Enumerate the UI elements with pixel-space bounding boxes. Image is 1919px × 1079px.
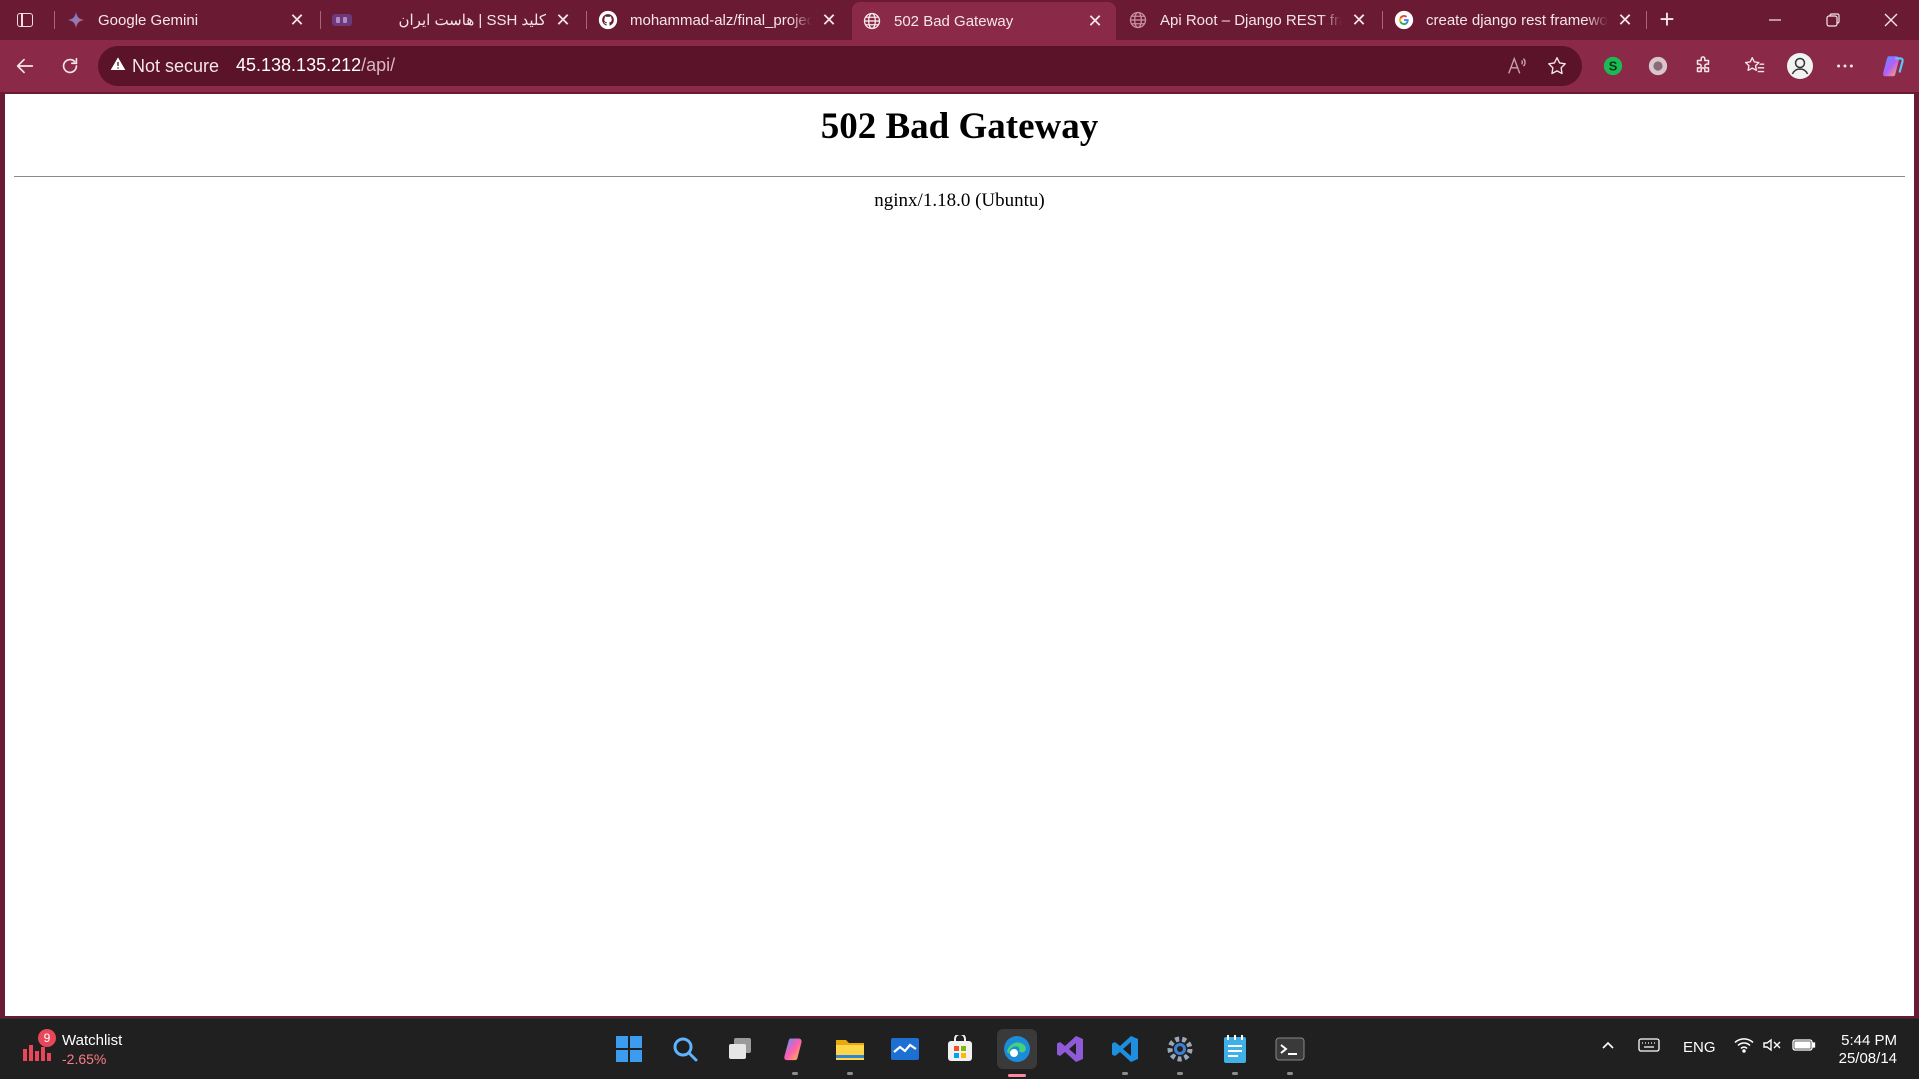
vscode-icon[interactable] xyxy=(1107,1031,1143,1075)
task-view-icon[interactable] xyxy=(722,1031,758,1067)
divider xyxy=(14,176,1905,177)
close-icon[interactable]: ✕ xyxy=(552,9,574,31)
back-button[interactable] xyxy=(8,49,42,83)
wifi-icon[interactable] xyxy=(1734,1037,1754,1057)
show-hidden-icons-chevron-icon[interactable] xyxy=(1600,1037,1616,1057)
mail-icon[interactable] xyxy=(887,1031,923,1067)
close-icon[interactable]: ✕ xyxy=(1084,10,1106,32)
profile-avatar[interactable] xyxy=(1783,49,1817,83)
tab-ssh-key[interactable]: کلید SSH | هاست ایران ✕ xyxy=(322,2,584,38)
start-icon[interactable] xyxy=(611,1031,647,1067)
browser-toolbar: Not secure 45.138.135.212/api/ S xyxy=(0,40,1919,92)
taskbar: 9 Watchlist -2.65% ENG 5:44 PM 25/08/14 xyxy=(0,1018,1919,1079)
stock-chart-icon: 9 xyxy=(20,1029,56,1065)
volume-muted-icon[interactable] xyxy=(1762,1037,1782,1057)
close-window-button[interactable] xyxy=(1863,0,1919,40)
edge-icon[interactable] xyxy=(997,1029,1037,1077)
new-tab-button[interactable]: + xyxy=(1652,6,1682,34)
tab-separator xyxy=(54,11,55,29)
security-label: Not secure xyxy=(132,55,220,76)
clock-date: 25/08/14 xyxy=(1838,1050,1897,1067)
tab-google-gemini[interactable]: Google Gemini ✕ xyxy=(56,2,318,38)
tab-strip: Google Gemini ✕ کلید SSH | هاست ایران ✕ … xyxy=(0,0,1919,40)
running-indicator xyxy=(1122,1072,1128,1075)
page-viewport: 502 Bad Gateway nginx/1.18.0 (Ubuntu) xyxy=(5,94,1914,1016)
page-title: 502 Bad Gateway xyxy=(820,106,1099,147)
close-icon[interactable]: ✕ xyxy=(1348,9,1370,31)
running-indicator xyxy=(847,1072,853,1075)
globe-icon xyxy=(1128,10,1148,30)
restore-button[interactable] xyxy=(1805,0,1861,40)
running-indicator xyxy=(1177,1072,1183,1075)
tab-title: Api Root – Django REST framework xyxy=(1160,11,1342,29)
url-text[interactable]: 45.138.135.212/api/ xyxy=(236,55,395,76)
copilot-icon[interactable] xyxy=(777,1031,813,1075)
file-explorer-icon[interactable] xyxy=(832,1031,868,1075)
refresh-button[interactable] xyxy=(53,49,87,83)
close-icon[interactable]: ✕ xyxy=(286,9,308,31)
extensions-puzzle-icon[interactable] xyxy=(1686,49,1720,83)
tab-github-repo[interactable]: mohammad-alz/final_project ✕ xyxy=(588,2,850,38)
read-aloud-icon[interactable] xyxy=(1500,49,1534,83)
google-icon xyxy=(1394,10,1414,30)
sidebar-toggle-icon[interactable] xyxy=(8,6,42,34)
widget-change: -2.65% xyxy=(62,1050,107,1067)
svg-text:S: S xyxy=(1609,59,1618,74)
close-icon[interactable]: ✕ xyxy=(818,9,840,31)
tab-502-bad-gateway[interactable]: 502 Bad Gateway ✕ xyxy=(852,2,1116,40)
copilot-sidebar-icon[interactable] xyxy=(1876,49,1910,83)
tab-title: create django rest framework xyxy=(1426,11,1608,29)
terminal-icon[interactable] xyxy=(1272,1031,1308,1075)
search-icon[interactable] xyxy=(667,1031,703,1067)
gemini-icon xyxy=(66,10,86,30)
security-indicator[interactable]: Not secure xyxy=(110,55,219,77)
running-indicator xyxy=(1232,1072,1238,1075)
running-indicator xyxy=(1008,1074,1026,1077)
globe-icon xyxy=(862,11,882,31)
tab-title: 502 Bad Gateway xyxy=(894,12,1014,30)
tab-separator xyxy=(586,11,587,29)
notification-badge: 9 xyxy=(38,1029,56,1047)
url-host: 45.138.135.212 xyxy=(236,55,362,75)
extension-s-icon[interactable]: S xyxy=(1596,49,1630,83)
favorite-star-icon[interactable] xyxy=(1540,49,1574,83)
tab-title: کلید SSH | هاست ایران xyxy=(398,12,546,29)
server-signature: nginx/1.18.0 (Ubuntu) xyxy=(874,190,1045,211)
host-iran-icon xyxy=(332,10,352,30)
battery-icon[interactable] xyxy=(1792,1037,1816,1057)
tab-google-search[interactable]: create django rest framework ✕ xyxy=(1384,2,1646,38)
address-bar[interactable]: Not secure 45.138.135.212/api/ xyxy=(98,46,1582,86)
tab-separator xyxy=(1382,11,1383,29)
tab-api-root[interactable]: Api Root – Django REST framework ✕ xyxy=(1118,2,1380,38)
more-options-icon[interactable] xyxy=(1828,49,1862,83)
settings-icon[interactable] xyxy=(1162,1031,1198,1075)
clock-time: 5:44 PM xyxy=(1841,1032,1897,1049)
language-indicator[interactable]: ENG xyxy=(1683,1039,1716,1056)
tab-separator xyxy=(320,11,321,29)
notepad-icon[interactable] xyxy=(1217,1031,1253,1075)
running-indicator xyxy=(1287,1072,1293,1075)
touch-keyboard-icon[interactable] xyxy=(1638,1037,1660,1057)
watchlist-widget[interactable]: 9 Watchlist -2.65% xyxy=(20,1027,122,1071)
github-icon xyxy=(598,10,618,30)
store-icon[interactable] xyxy=(942,1031,978,1067)
close-icon[interactable]: ✕ xyxy=(1614,9,1636,31)
visual-studio-icon[interactable] xyxy=(1052,1031,1088,1067)
tab-separator xyxy=(1646,11,1647,29)
clock[interactable]: 5:44 PM 25/08/14 xyxy=(1839,1032,1897,1068)
warning-icon xyxy=(110,56,126,77)
tab-title: mohammad-alz/final_project xyxy=(630,11,812,29)
favorites-icon[interactable] xyxy=(1738,49,1772,83)
running-indicator xyxy=(792,1072,798,1075)
url-path: /api/ xyxy=(361,55,396,75)
extension-shield-icon[interactable] xyxy=(1641,49,1675,83)
tab-title: Google Gemini xyxy=(98,11,199,29)
widget-title: Watchlist xyxy=(62,1031,123,1049)
minimize-button[interactable] xyxy=(1747,0,1803,40)
